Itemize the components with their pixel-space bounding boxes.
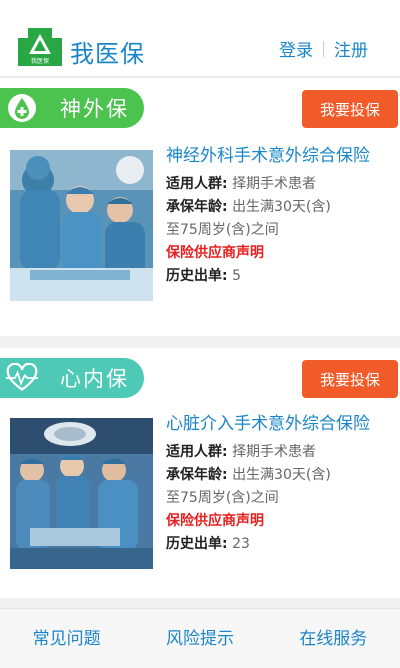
age-row: 承保年龄: 出生满30天(含) — [166, 196, 386, 219]
section-divider — [0, 598, 400, 608]
app-brand-name: 我医保 — [70, 40, 145, 68]
login-link[interactable]: 登录 — [279, 36, 313, 61]
product-info: 神经外科手术意外综合保险 适用人群: 择期手术患者 承保年龄: 出生满30天(含… — [166, 144, 386, 288]
age-continued: 至75周岁(含)之间 — [166, 490, 279, 506]
category-label: 心内保 — [60, 367, 129, 391]
age-row: 承保年龄: 出生满30天(含) — [166, 464, 386, 487]
audience-row: 适用人群: 择期手术患者 — [166, 173, 386, 196]
section-divider — [0, 336, 400, 348]
audience-value: 择期手术患者 — [232, 176, 317, 192]
faq-link[interactable]: 常见问题 — [33, 624, 101, 653]
product-title[interactable]: 神经外科手术意外综合保险 — [166, 144, 386, 169]
online-service-link[interactable]: 在线服务 — [299, 624, 367, 653]
buy-insurance-button[interactable]: 我要投保 — [302, 90, 398, 128]
product-card: 神外保 我要投保 神经外科手术意外综合保险 适用人群: 择期手术患者 承保年龄: — [0, 78, 400, 336]
product-photo[interactable] — [10, 150, 153, 301]
product-card: 心内保 我要投保 心脏介入手术意外综合保险 适用人群: 择期手术患者 承保年龄:… — [0, 348, 400, 598]
product-title[interactable]: 心脏介入手术意外综合保险 — [166, 412, 386, 437]
logo-text: 我医保 — [31, 57, 49, 65]
category-label: 神外保 — [60, 97, 129, 121]
orders-label: 历史出单: — [166, 268, 228, 284]
supplier-declaration-link[interactable]: 保险供应商声明 — [166, 242, 386, 265]
buy-insurance-button[interactable]: 我要投保 — [302, 360, 398, 398]
app-header: 我医保 我医保 登录 注册 — [0, 0, 400, 76]
age-value: 出生满30天(含) — [232, 467, 331, 483]
age-value: 出生满30天(含) — [232, 199, 331, 215]
audience-row: 适用人群: 择期手术患者 — [166, 441, 386, 464]
age-continued: 至75周岁(含)之间 — [166, 222, 279, 238]
app-logo: 我医保 — [18, 28, 62, 66]
orders-label: 历史出单: — [166, 536, 228, 552]
auth-links: 登录 注册 — [279, 36, 368, 61]
category-badge[interactable]: 神外保 — [0, 88, 144, 128]
age-label: 承保年龄: — [166, 467, 228, 483]
product-photo[interactable] — [10, 418, 153, 569]
water-drop-plus-icon — [6, 92, 38, 124]
auth-divider — [323, 40, 324, 57]
risk-notice-link[interactable]: 风险提示 — [166, 624, 234, 653]
audience-value: 择期手术患者 — [232, 444, 317, 460]
product-info: 心脏介入手术意外综合保险 适用人群: 择期手术患者 承保年龄: 出生满30天(含… — [166, 412, 386, 556]
orders-row: 历史出单: 23 — [166, 533, 386, 556]
orders-row: 历史出单: 5 — [166, 265, 386, 288]
heart-pulse-icon — [6, 362, 38, 394]
bottom-nav: 常见问题 风险提示 在线服务 — [0, 608, 400, 668]
age-label: 承保年龄: — [166, 199, 228, 215]
orders-value: 5 — [232, 268, 241, 284]
supplier-declaration-link[interactable]: 保险供应商声明 — [166, 510, 386, 533]
category-badge[interactable]: 心内保 — [0, 358, 144, 398]
audience-label: 适用人群: — [166, 444, 228, 460]
orders-value: 23 — [232, 536, 250, 552]
register-link[interactable]: 注册 — [334, 36, 368, 61]
audience-label: 适用人群: — [166, 176, 228, 192]
